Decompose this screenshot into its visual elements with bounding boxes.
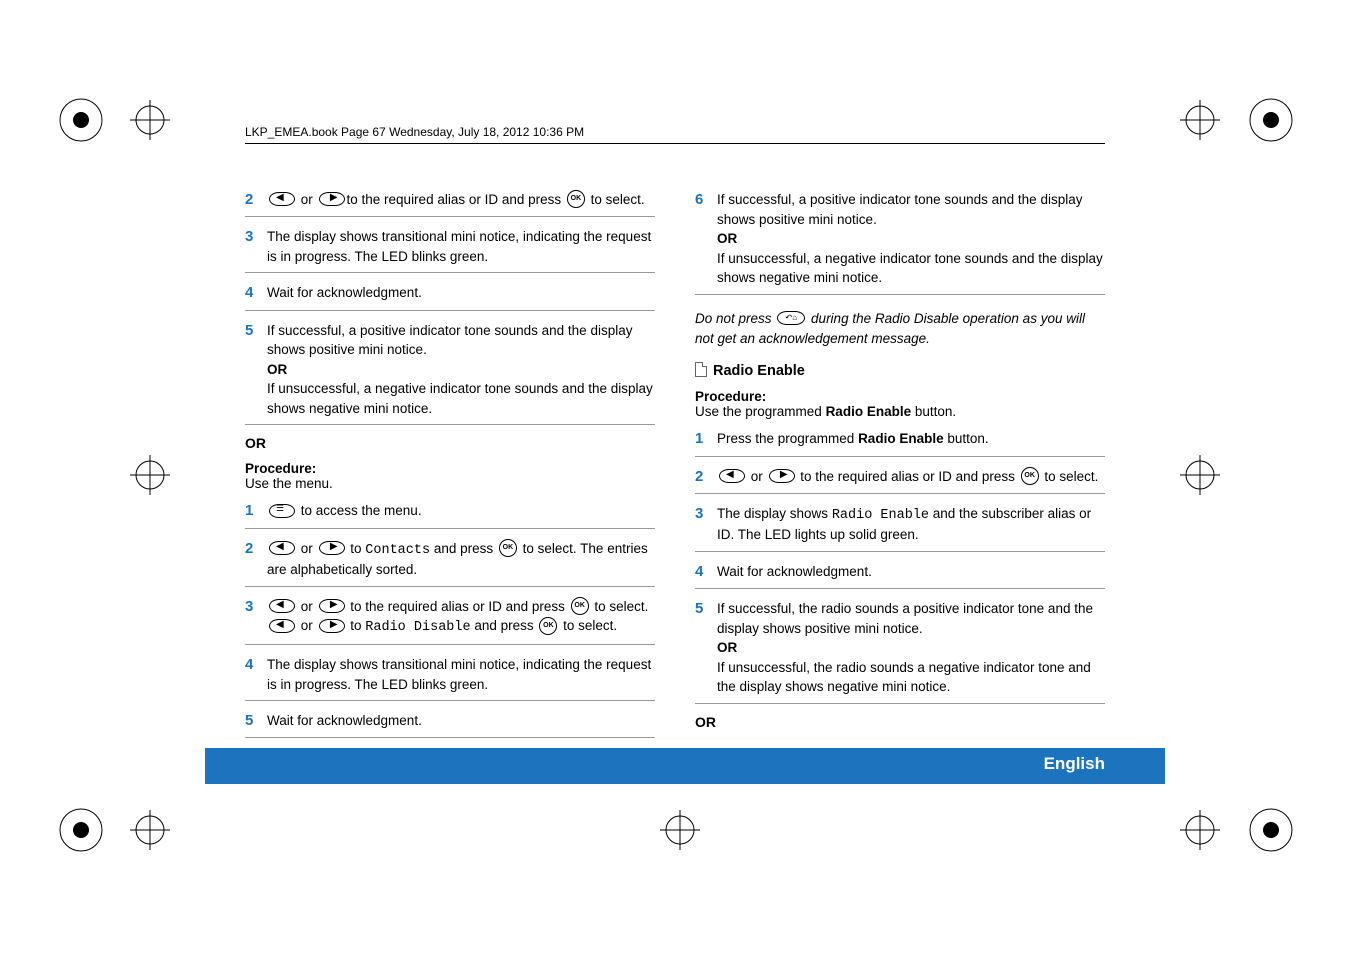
left-arrow-icon (719, 469, 745, 483)
step-number: 4 (695, 562, 717, 582)
menu-icon (269, 504, 295, 518)
step-body: The display shows transitional mini noti… (267, 655, 655, 694)
step-body: Wait for acknowledgment. (267, 283, 655, 303)
pinwheel-br (1248, 807, 1294, 853)
crop-mark-bl (130, 810, 170, 850)
step-body: or to the required alias or ID and press… (267, 190, 655, 210)
step-number: 6 (695, 190, 717, 288)
step-number: 5 (245, 321, 267, 419)
or-separator: OR (695, 714, 1105, 730)
header-rule (245, 143, 1105, 144)
right-arrow-icon (319, 619, 345, 633)
footer-language: English (1044, 754, 1105, 774)
left-arrow-icon (269, 599, 295, 613)
procedure-subtext: Use the programmed Radio Enable button. (695, 404, 1105, 419)
or-separator: OR (245, 435, 655, 451)
step-number: 2 (695, 467, 717, 487)
crop-mark-mr (1180, 455, 1220, 495)
crop-mark-tl (130, 100, 170, 140)
crop-mark-br (1180, 810, 1220, 850)
footer-band (205, 748, 1165, 784)
step-body: If successful, a positive indicator tone… (717, 190, 1105, 288)
step-body: Wait for acknowledgment. (267, 711, 655, 731)
document-icon (695, 362, 707, 377)
right-arrow-icon (319, 192, 345, 206)
step-number: 4 (245, 655, 267, 694)
ok-icon: OK (499, 539, 517, 557)
right-arrow-icon (769, 469, 795, 483)
pinwheel-tr (1248, 97, 1294, 143)
step-number: 5 (695, 599, 717, 697)
pinwheel-bl (58, 807, 104, 853)
section-title-radio-enable: Radio Enable (695, 363, 1105, 379)
procedure-heading: Procedure: (695, 389, 1105, 404)
step-number: 4 (245, 283, 267, 303)
step-number: 3 (245, 597, 267, 638)
ok-icon: OK (539, 617, 557, 635)
step-body: Press the programmed Radio Enable button… (717, 429, 1105, 449)
note-text: Do not press ↶⌂ during the Radio Disable… (695, 309, 1105, 350)
running-header: LKP_EMEA.book Page 67 Wednesday, July 18… (245, 125, 584, 139)
right-arrow-icon (319, 541, 345, 555)
left-arrow-icon (269, 192, 295, 206)
step-number: 1 (245, 501, 267, 521)
procedure-subtext: Use the menu. (245, 476, 655, 491)
step-body: The display shows transitional mini noti… (267, 227, 655, 266)
crop-mark-ml (130, 455, 170, 495)
step-number: 3 (245, 227, 267, 266)
step-body: or to Contacts and press OK to select. T… (267, 539, 655, 580)
left-column: 2 or to the required alias or ID and pre… (245, 190, 655, 748)
ok-icon: OK (1021, 467, 1039, 485)
ok-icon: OK (567, 190, 585, 208)
right-column: 6 If successful, a positive indicator to… (695, 190, 1105, 748)
procedure-heading: Procedure: (245, 461, 655, 476)
crop-mark-bc (660, 810, 700, 850)
step-body: Wait for acknowledgment. (717, 562, 1105, 582)
left-arrow-icon (269, 619, 295, 633)
step-body: If successful, the radio sounds a positi… (717, 599, 1105, 697)
back-icon: ↶⌂ (777, 311, 805, 325)
step-body: to access the menu. (267, 501, 655, 521)
step-number: 2 (245, 190, 267, 210)
step-number: 5 (245, 711, 267, 731)
step-body: or to the required alias or ID and press… (267, 597, 655, 638)
step-body: or to the required alias or ID and press… (717, 467, 1105, 487)
ok-icon: OK (571, 597, 589, 615)
left-arrow-icon (269, 541, 295, 555)
step-body: If successful, a positive indicator tone… (267, 321, 655, 419)
step-number: 2 (245, 539, 267, 580)
right-arrow-icon (319, 599, 345, 613)
step-number: 3 (695, 504, 717, 545)
step-body: The display shows Radio Enable and the s… (717, 504, 1105, 545)
step-number: 1 (695, 429, 717, 449)
crop-mark-tr (1180, 100, 1220, 140)
pinwheel-tl (58, 97, 104, 143)
